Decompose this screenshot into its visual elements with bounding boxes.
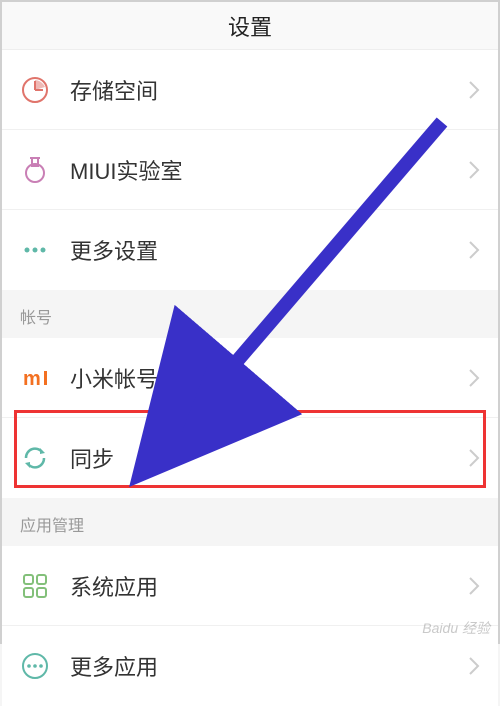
section-header-app-mgmt: 应用管理 [2,498,498,546]
chevron-right-icon [468,656,480,676]
item-label: 小米帐号 [70,362,468,394]
sync-icon [20,443,70,473]
settings-item-mi-account[interactable]: m 小米帐号 [2,338,498,418]
chevron-right-icon [468,448,480,468]
settings-item-miui-lab[interactable]: MIUI实验室 [2,130,498,210]
svg-text:m: m [23,368,41,390]
flask-icon [20,155,70,185]
header-bar: 设置 [2,2,498,50]
grid-icon [20,571,70,601]
watermark-text: Baidu 经验 [422,618,490,638]
more-circle-icon [20,651,70,681]
item-label: 更多设置 [70,234,468,266]
settings-item-more-settings[interactable]: 更多设置 [2,210,498,290]
settings-item-storage[interactable]: 存储空间 [2,50,498,130]
page-title: 设置 [228,10,272,42]
settings-item-more-apps[interactable]: 更多应用 [2,626,498,706]
chevron-right-icon [468,240,480,260]
chevron-right-icon [468,160,480,180]
settings-item-system-apps[interactable]: 系统应用 [2,546,498,626]
chevron-right-icon [468,576,480,596]
app-frame: 设置 存储空间 MIUI实验室 [0,0,500,644]
more-dots-icon [20,235,70,265]
chevron-right-icon [468,368,480,388]
item-label: 同步 [70,442,468,474]
clock-icon [20,75,70,105]
item-label: 系统应用 [70,570,468,602]
section-header-account: 帐号 [2,290,498,338]
item-label: 更多应用 [70,650,468,682]
mi-logo-icon: m [20,363,70,393]
chevron-right-icon [468,80,480,100]
item-label: 存储空间 [70,74,468,106]
item-label: MIUI实验室 [70,154,468,186]
settings-item-sync[interactable]: 同步 [2,418,498,498]
